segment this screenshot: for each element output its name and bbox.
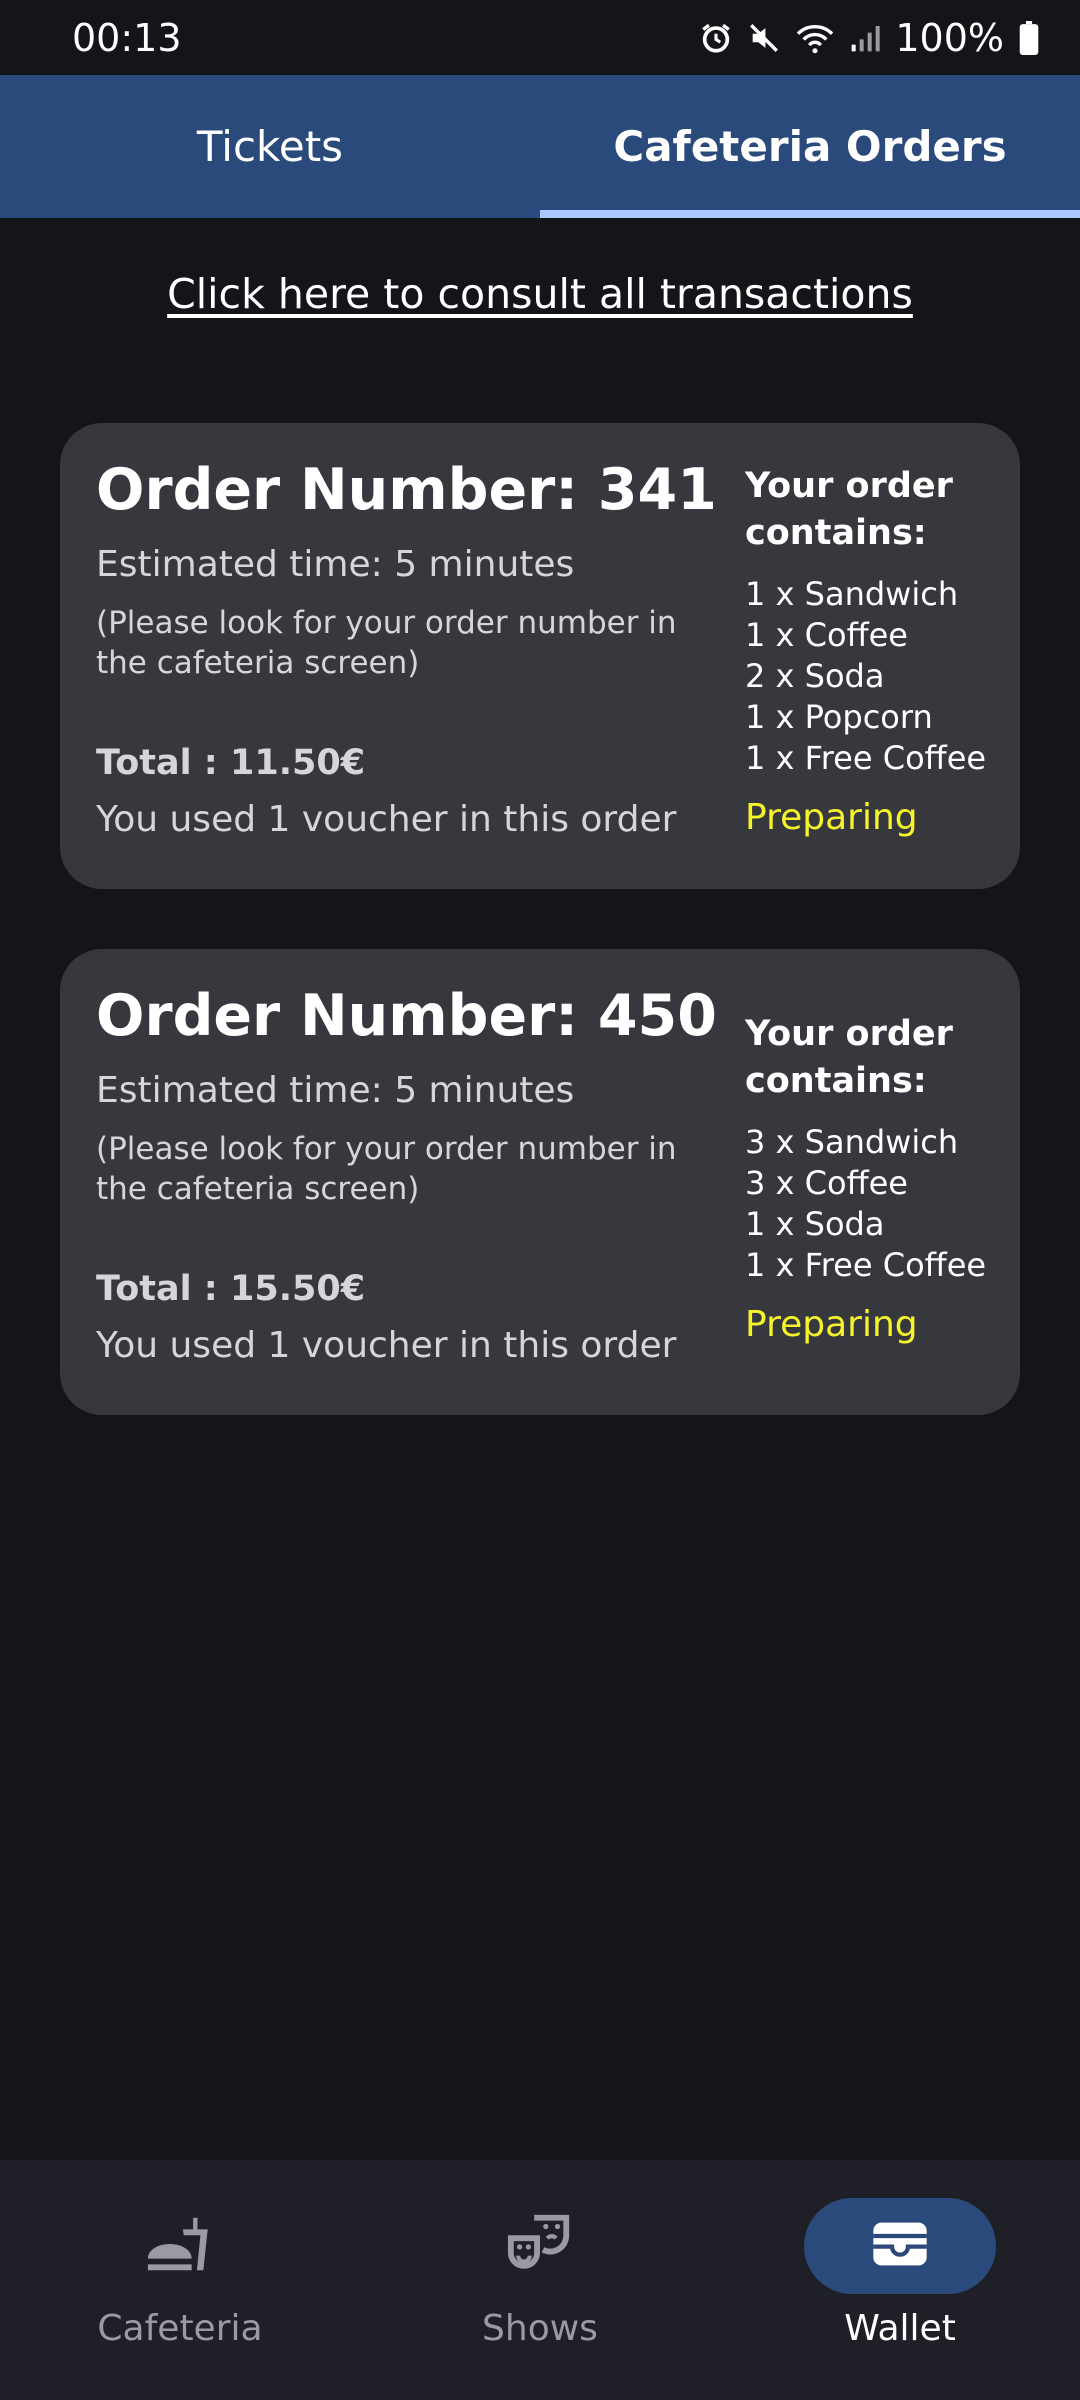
- tab-tickets-label: Tickets: [196, 122, 344, 171]
- nav-wallet[interactable]: Wallet: [720, 2160, 1080, 2400]
- alarm-icon: [699, 21, 733, 55]
- order-note: (Please look for your order number in th…: [96, 1130, 677, 1207]
- tab-tickets[interactable]: Tickets: [0, 75, 540, 218]
- estimated-time: Estimated time: 5 minutes: [96, 543, 575, 585]
- voucher-info: You used 1 voucher in this order: [96, 1325, 677, 1366]
- status-time: 00:13: [72, 15, 182, 60]
- nav-cafeteria-label: Cafeteria: [97, 2308, 263, 2349]
- order-card: Order Number: 341 Estimated time: 5 minu…: [60, 423, 1020, 889]
- list-item: 3 x Coffee: [745, 1163, 908, 1202]
- wallet-icon: [868, 2212, 932, 2280]
- nav-shows[interactable]: Shows: [360, 2160, 720, 2400]
- tab-cafeteria-orders[interactable]: Cafeteria Orders: [540, 75, 1080, 218]
- list-item: 1 x Free Coffee: [745, 738, 987, 777]
- battery-icon: [1018, 20, 1040, 55]
- order-contains-title: Your order contains:: [745, 1014, 953, 1102]
- order-items-list: 3 x Sandwich 3 x Coffee 1 x Soda 1 x Fre…: [745, 1122, 1005, 1286]
- estimated-time: Estimated time: 5 minutes: [96, 1069, 575, 1111]
- order-contains-title: Your order contains:: [745, 466, 953, 554]
- wifi-icon: [795, 21, 835, 55]
- consult-transactions-link[interactable]: Click here to consult all transactions: [0, 270, 1080, 318]
- list-item: 2 x Soda: [745, 656, 885, 695]
- signal-icon: [849, 21, 881, 55]
- order-number: Order Number: 450: [96, 983, 717, 1049]
- list-item: 1 x Sandwich: [745, 574, 959, 613]
- order-total: Total : 15.50€: [96, 1269, 366, 1309]
- bottom-navigation: Cafeteria Shows Wallet: [0, 2160, 1080, 2400]
- list-item: 1 x Coffee: [745, 615, 908, 654]
- order-items-list: 1 x Sandwich 1 x Coffee 2 x Soda 1 x Pop…: [745, 574, 1005, 779]
- mute-icon: [747, 21, 781, 55]
- tab-cafeteria-orders-label: Cafeteria Orders: [613, 122, 1007, 171]
- battery-label: 100%: [895, 15, 1004, 60]
- status-icons: 100%: [699, 16, 1040, 60]
- list-item: 1 x Free Coffee: [745, 1245, 987, 1284]
- list-item: 1 x Soda: [745, 1204, 885, 1243]
- fastfood-icon: [145, 2209, 215, 2283]
- nav-shows-label: Shows: [482, 2308, 598, 2349]
- order-total: Total : 11.50€: [96, 743, 366, 783]
- nav-cafeteria[interactable]: Cafeteria: [0, 2160, 360, 2400]
- voucher-info: You used 1 voucher in this order: [96, 799, 677, 840]
- order-status: Preparing: [745, 1303, 918, 1345]
- nav-wallet-label: Wallet: [844, 2308, 956, 2349]
- list-item: 3 x Sandwich: [745, 1122, 959, 1161]
- top-tabs: Tickets Cafeteria Orders: [0, 75, 1080, 218]
- order-note: (Please look for your order number in th…: [96, 604, 677, 681]
- order-card: Order Number: 450 Estimated time: 5 minu…: [60, 949, 1020, 1415]
- status-bar: 00:13 100%: [0, 0, 1080, 75]
- list-item: 1 x Popcorn: [745, 697, 933, 736]
- order-status: Preparing: [745, 796, 918, 838]
- order-number: Order Number: 341: [96, 457, 717, 523]
- theater-masks-icon: [505, 2209, 575, 2283]
